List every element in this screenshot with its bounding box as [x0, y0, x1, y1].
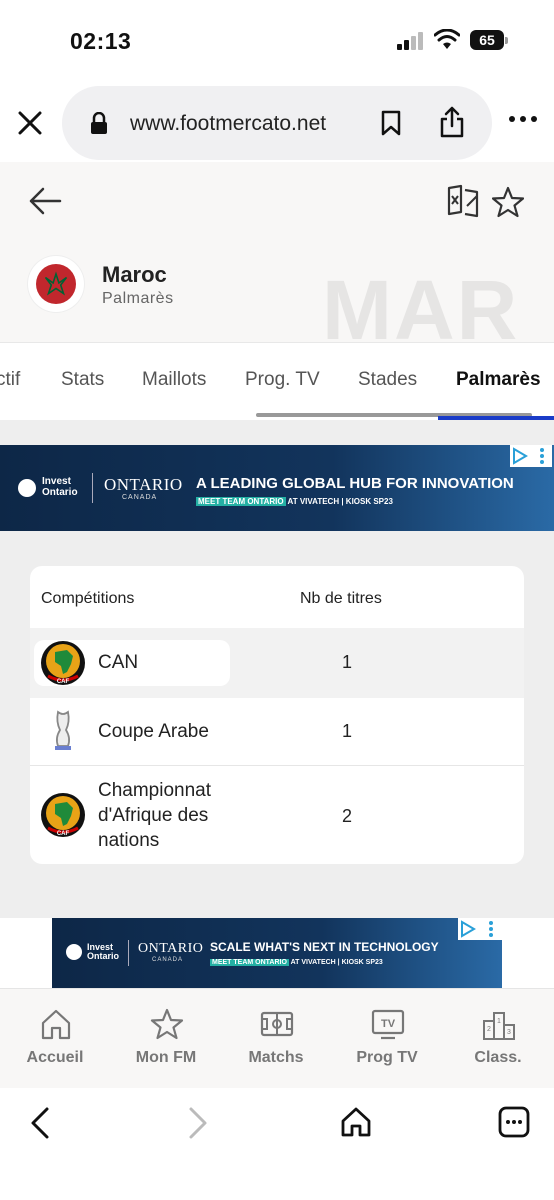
- nav-accueil[interactable]: Accueil: [5, 1007, 105, 1077]
- address-field[interactable]: www.footmercato.net: [62, 86, 492, 160]
- lock-icon: [91, 112, 107, 134]
- browser-forward-icon[interactable]: [186, 1106, 210, 1140]
- nav-label: Class.: [474, 1049, 522, 1066]
- competition-name: CAN: [98, 652, 139, 673]
- table-row[interactable]: CAF CAN 1: [30, 628, 524, 698]
- back-arrow-icon[interactable]: [28, 186, 62, 216]
- palmares-table: Compétitions Nb de titres CAF CAN 1 Coup…: [30, 566, 524, 864]
- browser-url-bar: www.footmercato.net: [0, 80, 554, 162]
- tab-stats[interactable]: Stats: [61, 369, 104, 391]
- invest-ontario-logo-icon: [18, 479, 36, 497]
- ad-choices-icon[interactable]: [510, 445, 552, 467]
- table-row[interactable]: CAF Championnat d'Afrique des nations 2: [30, 766, 524, 864]
- bottom-navigation: Accueil Mon FM Matchs TV Prog TV 1 2 3 C…: [0, 988, 554, 1088]
- ad-headline: SCALE WHAT'S NEXT IN TECHNOLOGY: [210, 940, 439, 954]
- morocco-star-icon: [44, 271, 68, 296]
- nav-label: Mon FM: [135, 1049, 197, 1066]
- nav-label: Matchs: [248, 1049, 304, 1066]
- team-header: MAR Maroc Palmarès: [0, 162, 554, 357]
- tab-palmares[interactable]: Palmarès: [456, 369, 541, 391]
- home-icon: [41, 1009, 71, 1040]
- browser-home-icon[interactable]: [340, 1106, 372, 1138]
- close-icon[interactable]: [16, 109, 44, 137]
- ad-subline: MEET TEAM ONTARIO AT VIVATECH | KIOSK SP…: [210, 959, 383, 966]
- ad-banner-top[interactable]: Invest Ontario ONTARIO CANADA A LEADING …: [0, 445, 554, 531]
- share-icon[interactable]: [438, 106, 466, 138]
- team-tabs: ctif Stats Maillots Prog. TV Stades Palm…: [0, 342, 554, 421]
- status-time: 02:13: [70, 28, 132, 54]
- status-bar: 02:13 65: [0, 0, 554, 80]
- tab-stades[interactable]: Stades: [358, 369, 417, 391]
- competition-name: Championnat d'Afrique des nations: [98, 780, 212, 851]
- team-name: Maroc: [102, 262, 167, 287]
- caf-logo-icon: CAF: [41, 793, 85, 837]
- caf-logo-icon: CAF: [41, 641, 85, 685]
- ad-canada-wordmark: CANADA: [122, 494, 158, 501]
- team-flag: [28, 256, 84, 312]
- invest-ontario-logo-icon: [66, 944, 82, 960]
- nav-label: Prog TV: [356, 1049, 418, 1066]
- titles-count: 1: [342, 652, 353, 672]
- more-icon[interactable]: [508, 114, 538, 124]
- browser-toolbar: [0, 1088, 554, 1200]
- column-header-competitions: Compétitions: [41, 590, 135, 607]
- svg-text:CAF: CAF: [57, 679, 70, 685]
- ad-canada-wordmark: CANADA: [152, 957, 184, 963]
- ad-ontario-wordmark: ONTARIO: [104, 475, 183, 494]
- signal-icon: [397, 32, 423, 50]
- nav-mon-fm[interactable]: Mon FM: [116, 1007, 216, 1077]
- competition-name: Coupe Arabe: [98, 721, 209, 742]
- table-row[interactable]: Coupe Arabe 1: [30, 698, 524, 766]
- browser-tabs-icon[interactable]: [498, 1106, 530, 1138]
- arab-cup-trophy-icon: [55, 710, 71, 750]
- star-icon: [150, 1008, 184, 1040]
- ad-subline: MEET TEAM ONTARIO AT VIVATECH | KIOSK SP…: [196, 497, 393, 506]
- titles-count: 1: [342, 721, 353, 741]
- nav-prog-tv[interactable]: TV Prog TV: [337, 1007, 437, 1077]
- compare-icon[interactable]: [446, 184, 480, 218]
- tab-prog-tv[interactable]: Prog. TV: [245, 369, 320, 391]
- nav-classement[interactable]: 1 2 3 Class.: [448, 1007, 548, 1077]
- podium-icon: 1 2 3: [483, 1012, 515, 1040]
- url-text: www.footmercato.net: [130, 112, 327, 135]
- browser-back-icon[interactable]: [28, 1106, 52, 1140]
- nav-label: Accueil: [26, 1049, 84, 1066]
- bookmark-icon[interactable]: [380, 110, 402, 136]
- tab-maillots[interactable]: Maillots: [142, 369, 206, 391]
- battery-level: 65: [470, 30, 504, 50]
- ad-ontario-wordmark: ONTARIO: [138, 941, 204, 956]
- page-subtitle: Palmarès: [102, 290, 174, 307]
- ad-brand-line1: Invest: [42, 476, 71, 487]
- svg-text:CAF: CAF: [57, 831, 70, 837]
- tab-objectif[interactable]: ctif: [0, 369, 20, 391]
- column-header-titles: Nb de titres: [300, 590, 382, 607]
- svg-text:3: 3: [507, 1029, 511, 1036]
- svg-text:TV: TV: [381, 1018, 396, 1030]
- titles-count: 2: [342, 806, 353, 826]
- ad-headline: A LEADING GLOBAL HUB FOR INNOVATION: [196, 475, 514, 492]
- ad-choices-icon[interactable]: [458, 918, 502, 940]
- tv-icon: TV: [371, 1009, 405, 1040]
- ad-brand-line2: Ontario: [42, 486, 78, 498]
- ad-banner-bottom[interactable]: Invest Ontario ONTARIO CANADA SCALE WHAT…: [52, 918, 502, 988]
- ad-brand-line2: Ontario: [87, 951, 120, 962]
- pitch-icon: [260, 1011, 294, 1037]
- nav-matchs[interactable]: Matchs: [226, 1007, 326, 1077]
- battery-icon: 65: [470, 30, 508, 50]
- favorite-star-icon[interactable]: [492, 186, 524, 218]
- wifi-icon: [434, 29, 460, 49]
- svg-text:1: 1: [497, 1018, 501, 1025]
- svg-text:2: 2: [487, 1026, 491, 1033]
